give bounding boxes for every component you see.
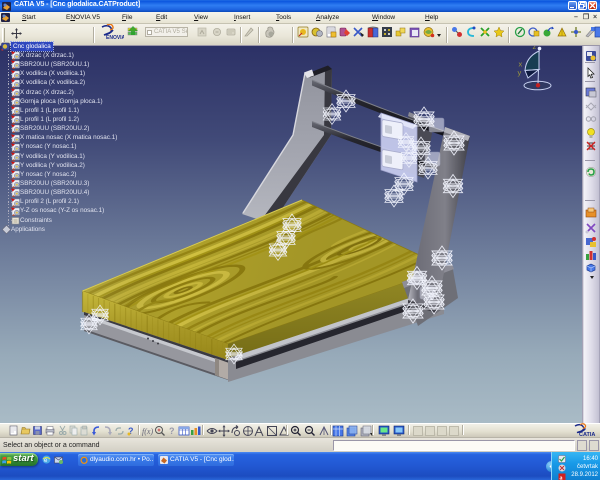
svg-text:f(x): f(x)	[142, 427, 153, 436]
svg-text:?: ?	[169, 426, 175, 436]
svg-text:z: z	[533, 46, 537, 51]
svg-text:a: a	[560, 476, 563, 480]
svg-text:y: y	[518, 68, 522, 77]
